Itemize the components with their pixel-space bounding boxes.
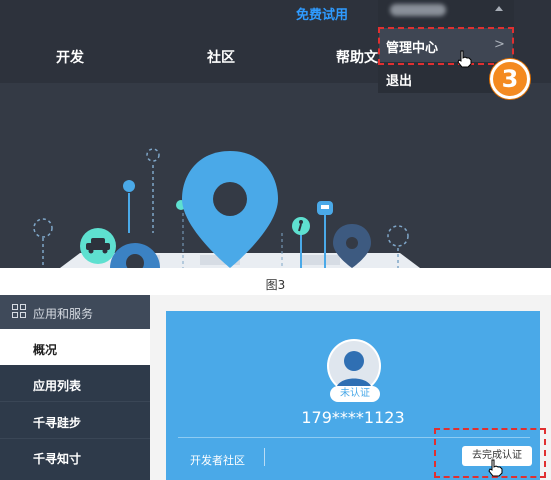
divider	[0, 401, 150, 402]
sidebar-item-app-list[interactable]: 应用列表	[33, 377, 81, 394]
dashed-marker	[146, 148, 160, 162]
divider	[0, 438, 150, 439]
highlight-box	[378, 27, 514, 65]
phone-number: 179****1123	[301, 408, 405, 427]
free-trial-link[interactable]: 免费试用	[296, 4, 348, 23]
menu-item-logout[interactable]: 退出	[386, 70, 412, 89]
status-badge: 未认证	[330, 386, 380, 402]
dashed-marker	[33, 218, 53, 238]
ground-tile	[300, 255, 340, 265]
dashed-marker	[387, 225, 409, 247]
nav-develop[interactable]: 开发	[56, 47, 84, 67]
caret-up-icon[interactable]	[495, 6, 503, 11]
figure-caption: 图3	[265, 278, 286, 292]
hand-cursor-icon	[488, 459, 503, 477]
vertical-separator	[264, 448, 265, 466]
step-number-badge: 3	[490, 59, 530, 99]
sidebar-item-kuibu[interactable]: 千寻跬步	[33, 414, 81, 431]
sidebar-header-label: 应用和服务	[33, 307, 94, 321]
hand-cursor-icon	[457, 50, 472, 68]
map-illustration	[33, 148, 420, 268]
user-avatar-icon	[329, 341, 379, 391]
username-blurred[interactable]	[390, 4, 446, 16]
sidebar-item-zhicun[interactable]: 千寻知寸	[33, 450, 81, 467]
grid-icon	[12, 304, 26, 318]
sidebar-item-label[interactable]: 概况	[33, 341, 57, 358]
bus-pin-icon	[123, 180, 135, 192]
nav-community[interactable]: 社区	[207, 47, 235, 67]
avatar	[327, 339, 381, 393]
sidebar-item-overview[interactable]	[0, 329, 150, 365]
nav-help-docs[interactable]: 帮助文	[336, 47, 378, 67]
developer-community-link[interactable]: 开发者社区	[190, 452, 245, 468]
